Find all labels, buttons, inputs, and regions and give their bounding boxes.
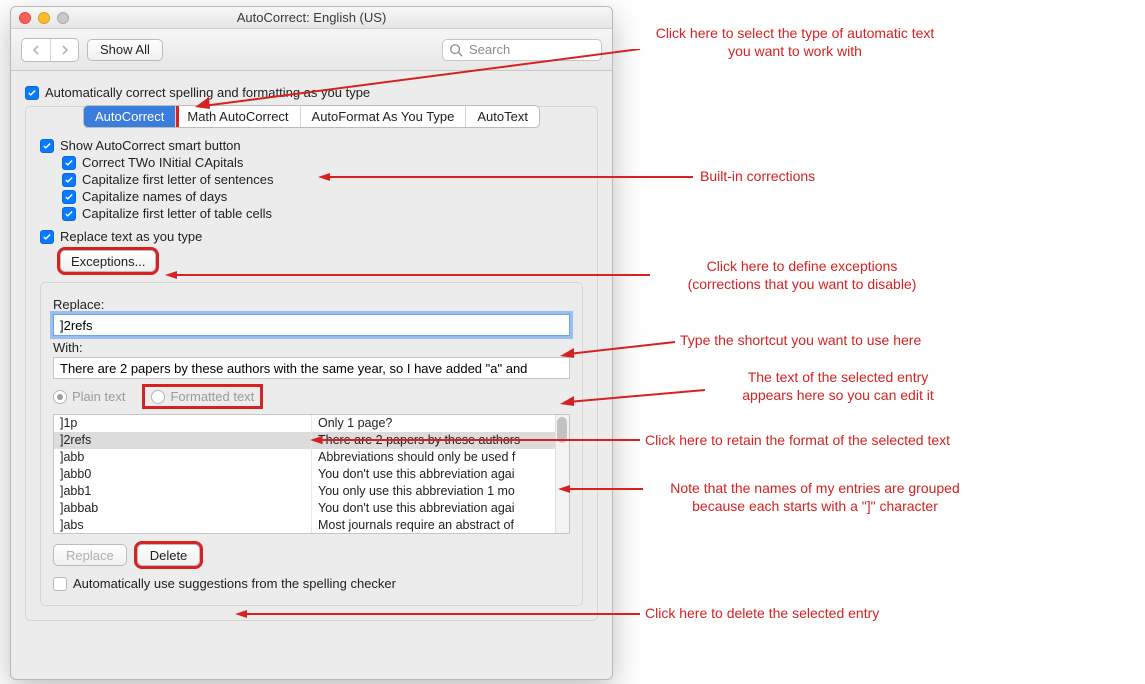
spellcheck-label: Automatically use suggestions from the s… xyxy=(73,576,396,591)
forward-button[interactable] xyxy=(50,39,78,61)
annotation-text: Click here to delete the selected entry xyxy=(645,605,879,623)
radio-icon xyxy=(151,390,165,404)
correct-two-caps-row[interactable]: Correct TWo INitial CApitals xyxy=(62,155,583,170)
checkbox-checked-icon[interactable] xyxy=(40,230,54,244)
search-input[interactable] xyxy=(442,39,602,61)
table-row[interactable]: ]abb1You only use this abbreviation 1 mo xyxy=(54,483,569,500)
smart-button-label: Show AutoCorrect smart button xyxy=(60,138,241,153)
preferences-window: AutoCorrect: English (US) Show All Autom… xyxy=(10,6,613,680)
table-row[interactable]: ]1pOnly 1 page? xyxy=(54,415,569,432)
annotation-text: Note that the names of my entries are gr… xyxy=(645,480,985,515)
autocorrect-entries-table[interactable]: ]1pOnly 1 page? ]2refsThere are 2 papers… xyxy=(53,414,570,534)
table-row[interactable]: ]abbabYou don't use this abbreviation ag… xyxy=(54,500,569,517)
checkbox-checked-icon[interactable] xyxy=(62,156,76,170)
tab-autoformat[interactable]: AutoFormat As You Type xyxy=(301,106,467,127)
scrollbar[interactable] xyxy=(555,415,569,533)
annotation-text: Click here to retain the format of the s… xyxy=(645,432,950,450)
with-input[interactable] xyxy=(53,357,570,379)
titlebar: AutoCorrect: English (US) xyxy=(11,7,612,29)
replace-input[interactable] xyxy=(53,314,570,336)
exceptions-button[interactable]: Exceptions... xyxy=(60,250,156,272)
table-row[interactable]: ]2refsThere are 2 papers by these author… xyxy=(54,432,569,449)
tab-autotext[interactable]: AutoText xyxy=(466,106,539,127)
tab-autocorrect[interactable]: AutoCorrect xyxy=(84,106,176,127)
table-row[interactable]: ]abb0You don't use this abbreviation aga… xyxy=(54,466,569,483)
window-title: AutoCorrect: English (US) xyxy=(11,10,612,25)
smart-button-checkbox-row[interactable]: Show AutoCorrect smart button xyxy=(40,138,583,153)
checkbox-checked-icon[interactable] xyxy=(62,207,76,221)
annotation-text: Click here to select the type of automat… xyxy=(645,25,945,60)
tab-bar: AutoCorrect Math AutoCorrect AutoFormat … xyxy=(83,105,540,128)
search-icon xyxy=(449,43,463,57)
annotation-text: Click here to define exceptions(correcti… xyxy=(652,258,952,293)
annotation-text: Built-in corrections xyxy=(700,168,815,186)
capitalize-sentences-row[interactable]: Capitalize first letter of sentences xyxy=(62,172,583,187)
formatted-text-radio[interactable]: Formatted text xyxy=(145,387,260,406)
replace-text-checkbox-row[interactable]: Replace text as you type xyxy=(40,229,583,244)
capitalize-table-cells-row[interactable]: Capitalize first letter of table cells xyxy=(62,206,583,221)
show-all-button[interactable]: Show All xyxy=(87,39,163,61)
sub-check-label: Capitalize first letter of table cells xyxy=(82,206,272,221)
plain-text-radio-label: Plain text xyxy=(72,389,125,404)
checkbox-checked-icon[interactable] xyxy=(25,86,39,100)
checkbox-checked-icon[interactable] xyxy=(62,173,76,187)
back-button[interactable] xyxy=(22,39,50,61)
table-row[interactable]: ]absMost journals require an abstract of xyxy=(54,517,569,534)
annotation-text: The text of the selected entryappears he… xyxy=(708,369,968,404)
sub-check-label: Capitalize names of days xyxy=(82,189,227,204)
with-label: With: xyxy=(53,340,570,355)
table-row[interactable]: ]abbAbbreviations should only be used f xyxy=(54,449,569,466)
checkbox-checked-icon[interactable] xyxy=(62,190,76,204)
spellcheck-suggestions-row[interactable]: Automatically use suggestions from the s… xyxy=(53,576,570,591)
master-autocorrect-checkbox-row[interactable]: Automatically correct spelling and forma… xyxy=(25,85,598,100)
delete-button[interactable]: Delete xyxy=(137,544,201,566)
replace-label: Replace: xyxy=(53,297,570,312)
replace-button[interactable]: Replace xyxy=(53,544,127,566)
replace-checkbox-label: Replace text as you type xyxy=(60,229,202,244)
sub-check-label: Capitalize first letter of sentences xyxy=(82,172,273,187)
capitalize-days-row[interactable]: Capitalize names of days xyxy=(62,189,583,204)
annotation-text: Type the shortcut you want to use here xyxy=(680,332,921,350)
checkbox-checked-icon[interactable] xyxy=(40,139,54,153)
radio-selected-icon xyxy=(53,390,67,404)
plain-text-radio[interactable]: Plain text xyxy=(53,389,125,404)
sub-check-label: Correct TWo INitial CApitals xyxy=(82,155,243,170)
formatted-text-radio-label: Formatted text xyxy=(170,389,254,404)
scrollbar-thumb[interactable] xyxy=(557,417,567,443)
master-checkbox-label: Automatically correct spelling and forma… xyxy=(45,85,370,100)
tab-math-autocorrect[interactable]: Math AutoCorrect xyxy=(176,106,300,127)
checkbox-unchecked-icon[interactable] xyxy=(53,577,67,591)
nav-buttons xyxy=(21,38,79,62)
toolbar: Show All xyxy=(11,29,612,71)
